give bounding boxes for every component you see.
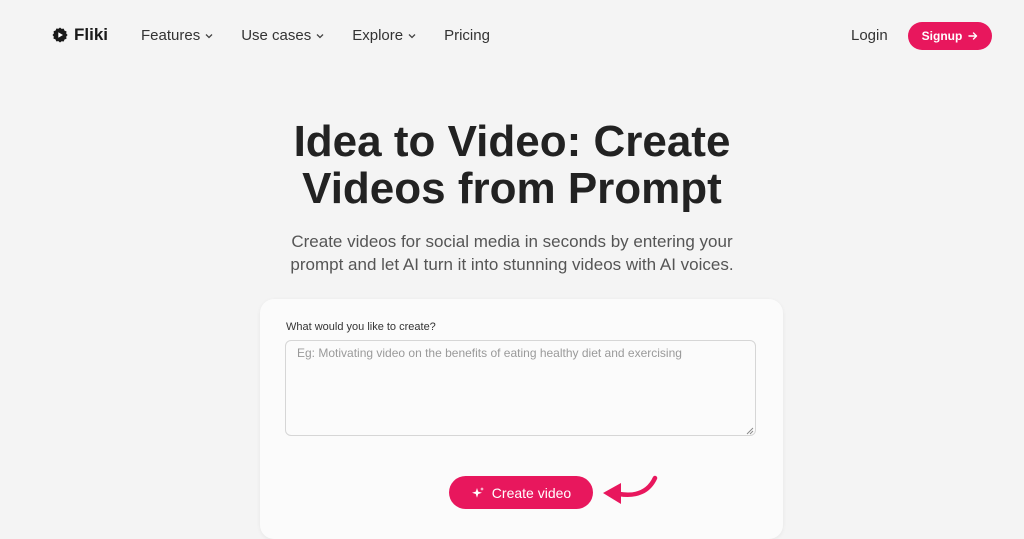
hero-title: Idea to Video: Create Videos from Prompt [212, 118, 812, 212]
menu-item-features[interactable]: Features [141, 27, 213, 44]
curved-arrow-icon [603, 475, 658, 504]
hero-title-line-1: Idea to Video: Create [293, 117, 731, 166]
menu-item-pricing[interactable]: Pricing [444, 27, 490, 44]
main-menu: Features Use cases Explore Pricing [141, 27, 490, 44]
top-navigation: Fliki Features Use cases Explore Pricing… [0, 0, 1024, 72]
signup-button[interactable]: Signup [908, 22, 992, 50]
hero-title-line-2: Videos from Prompt [302, 164, 722, 213]
chevron-down-icon [408, 33, 416, 38]
sparkles-icon [471, 486, 484, 498]
brand-logo[interactable]: Fliki [52, 25, 108, 45]
hero-subtitle-line-2: prompt and let AI turn it into stunning … [290, 255, 734, 274]
hero-subtitle: Create videos for social media in second… [262, 230, 762, 276]
menu-item-label: Use cases [241, 27, 312, 44]
menu-item-label: Features [141, 27, 201, 44]
hero-subtitle-line-1: Create videos for social media in second… [291, 232, 733, 251]
chevron-down-icon [205, 33, 213, 38]
brand-name: Fliki [74, 25, 109, 44]
signup-label: Signup [921, 29, 963, 43]
create-video-label: Create video [491, 484, 572, 501]
chevron-down-icon [316, 33, 324, 38]
menu-item-label: Pricing [444, 27, 490, 44]
menu-item-use-cases[interactable]: Use cases [241, 27, 324, 44]
prompt-card: What would you like to create? Create vi… [260, 299, 783, 539]
play-gear-icon [52, 27, 68, 43]
login-link[interactable]: Login [851, 27, 888, 44]
prompt-label: What would you like to create? [286, 321, 436, 333]
menu-item-label: Explore [352, 27, 404, 44]
prompt-textarea[interactable] [285, 340, 756, 436]
create-video-button[interactable]: Create video [449, 476, 593, 509]
resize-grip-icon[interactable] [746, 427, 754, 435]
menu-item-explore[interactable]: Explore [352, 27, 416, 44]
arrow-right-icon [968, 32, 978, 40]
